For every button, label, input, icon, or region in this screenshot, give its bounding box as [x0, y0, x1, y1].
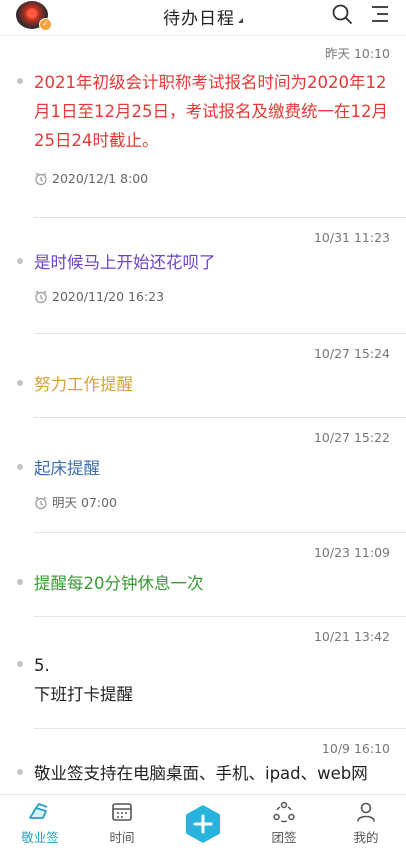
todo-body: 起床提醒 明天 07:00: [0, 454, 406, 513]
tab-time[interactable]: 时间: [92, 801, 152, 846]
bullet-dot: [17, 258, 23, 264]
tab-profile[interactable]: 我的: [336, 801, 396, 846]
todo-timestamp: 10/27 15:24: [313, 346, 390, 361]
team-icon: [273, 801, 295, 823]
todo-body: 是时候马上开始还花呗了 2020/11/20 16:23: [0, 248, 406, 307]
reminder: 2020/11/20 16:23: [34, 287, 390, 307]
todo-timestamp: 10/27 15:22: [313, 430, 390, 445]
todo-text: 2021年初级会计职称考试报名时间为2020年12月1日至12月25日，考试报名…: [34, 73, 388, 150]
bullet-dot: [17, 769, 23, 775]
tab-sign[interactable]: 敬业签: [10, 801, 70, 846]
tab-team[interactable]: 团签: [254, 801, 314, 846]
search-icon[interactable]: [331, 3, 353, 25]
reminder: 明天 07:00: [34, 493, 390, 513]
todo-item[interactable]: 10/31 11:23 是时候马上开始还花呗了 2020/11/20 16:23: [0, 218, 406, 334]
todo-body: 提醒每20分钟休息一次: [0, 569, 406, 598]
alarm-clock-icon: [35, 496, 47, 510]
tab-label: 团签: [271, 830, 297, 845]
calendar-icon: [112, 803, 132, 821]
todo-body: 5. 下班打卡提醒: [0, 651, 406, 709]
todo-item[interactable]: 10/23 11:09 提醒每20分钟休息一次: [0, 533, 406, 617]
reminder-time: 2020/11/20 16:23: [52, 289, 165, 304]
todo-text: 是时候马上开始还花呗了: [34, 253, 216, 272]
todo-timestamp: 10/21 13:42: [313, 629, 390, 644]
todo-text: 5. 下班打卡提醒: [34, 656, 133, 704]
bullet-dot: [17, 661, 23, 667]
todo-body: 2021年初级会计职称考试报名时间为2020年12月1日至12月25日，考试报名…: [0, 68, 406, 189]
todo-item[interactable]: 10/27 15:24 努力工作提醒: [0, 334, 406, 418]
todo-body: 努力工作提醒: [0, 370, 406, 399]
todo-text: 起床提醒: [34, 459, 100, 478]
todo-item[interactable]: 10/9 16:10 敬业签支持在电脑桌面、手机、ipad、web网: [0, 729, 406, 794]
reminder: 2020/12/1 8:00: [34, 169, 390, 189]
tab-label: 我的: [353, 830, 379, 845]
todo-text: 敬业签支持在电脑桌面、手机、ipad、web网: [34, 764, 368, 783]
bottom-tab-bar: 敬业签 时间 团签 我的: [0, 794, 406, 853]
page-title[interactable]: 待办日程: [163, 9, 235, 29]
todo-text: 提醒每20分钟休息一次: [34, 574, 204, 593]
todo-item[interactable]: 10/27 15:22 起床提醒 明天 07:00: [0, 418, 406, 533]
top-bar: ✓ 待办日程: [0, 0, 406, 36]
todo-timestamp: 10/9 16:10: [321, 741, 390, 756]
bullet-dot: [17, 464, 23, 470]
reminder-time: 明天 07:00: [52, 495, 117, 510]
bullet-dot: [17, 579, 23, 585]
profile-icon: [357, 802, 375, 822]
alarm-clock-icon: [35, 290, 47, 304]
tab-label: 敬业签: [21, 830, 59, 845]
reminder-time: 2020/12/1 8:00: [52, 171, 149, 186]
add-icon[interactable]: [183, 804, 223, 844]
todo-item[interactable]: 10/21 13:42 5. 下班打卡提醒: [0, 617, 406, 729]
bullet-dot: [17, 78, 23, 84]
sign-icon: [29, 803, 48, 819]
todo-text: 努力工作提醒: [34, 375, 133, 394]
tab-label: 时间: [109, 830, 135, 845]
caret-icon[interactable]: [238, 18, 243, 23]
todo-timestamp: 10/23 11:09: [313, 545, 390, 560]
menu-icon[interactable]: [369, 3, 391, 25]
todo-item[interactable]: 昨天 10:10 2021年初级会计职称考试报名时间为2020年12月1日至12…: [0, 44, 406, 218]
alarm-clock-icon: [35, 172, 47, 186]
todo-timestamp: 昨天 10:10: [325, 46, 390, 61]
bullet-dot: [17, 380, 23, 386]
todo-timestamp: 10/31 11:23: [313, 230, 390, 245]
todo-body: 敬业签支持在电脑桌面、手机、ipad、web网: [0, 759, 406, 788]
todo-list: 昨天 10:10 2021年初级会计职称考试报名时间为2020年12月1日至12…: [0, 44, 406, 794]
